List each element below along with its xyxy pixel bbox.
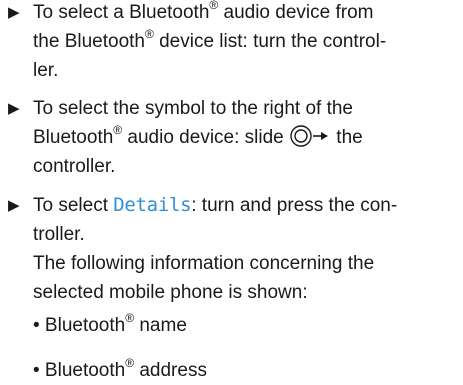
list-item: • Bluetooth® name <box>33 310 187 336</box>
step-3-line-2: troller. <box>33 224 85 245</box>
registered-mark: ® <box>125 310 135 325</box>
step-2-line-3: controller. <box>33 156 116 177</box>
details-display-label: Details <box>113 194 192 216</box>
step-1-text: To select a Bluetooth® audio device from… <box>33 0 448 85</box>
step-3-line-4: selected mobile phone is shown: <box>33 282 308 303</box>
registered-mark: ® <box>144 26 154 41</box>
list-item: • Bluetooth® address <box>33 355 207 381</box>
step-2-line-1: To select the symbol to the right of the <box>33 98 354 119</box>
step-1-line-1: To select a Bluetooth® audio device from <box>33 0 448 27</box>
bullet-marker: • <box>33 360 40 381</box>
step-2-text: To select the symbol to the right of the… <box>33 94 448 181</box>
step-1-line-2: the Bluetooth® device list: turn the con… <box>33 26 387 52</box>
instruction-step-3: ▶ To select Details: turn and press the … <box>8 191 448 307</box>
step-2-line-2: Bluetooth® audio device: slide the <box>33 122 363 148</box>
bullet-marker: • <box>33 315 40 336</box>
step-arrow-icon: ▶ <box>8 4 20 21</box>
instruction-step-1: ▶ To select a Bluetooth® audio device fr… <box>8 0 448 85</box>
step-arrow-icon: ▶ <box>8 197 20 214</box>
instruction-step-2: ▶ To select the symbol to the right of t… <box>8 94 448 181</box>
step-3-text: To select Details: turn and press the co… <box>33 191 448 307</box>
registered-mark: ® <box>209 0 219 12</box>
step-3-line-1: To select Details: turn and press the co… <box>33 194 398 216</box>
instruction-page: ▶ To select a Bluetooth® audio device fr… <box>0 0 463 384</box>
controller-slide-right-icon <box>289 124 331 148</box>
registered-mark: ® <box>113 122 123 137</box>
step-arrow-icon: ▶ <box>8 100 20 117</box>
registered-mark: ® <box>125 355 135 370</box>
step-1-line-3: ler. <box>33 60 59 81</box>
step-3-line-3: The following information concerning the <box>33 253 375 274</box>
